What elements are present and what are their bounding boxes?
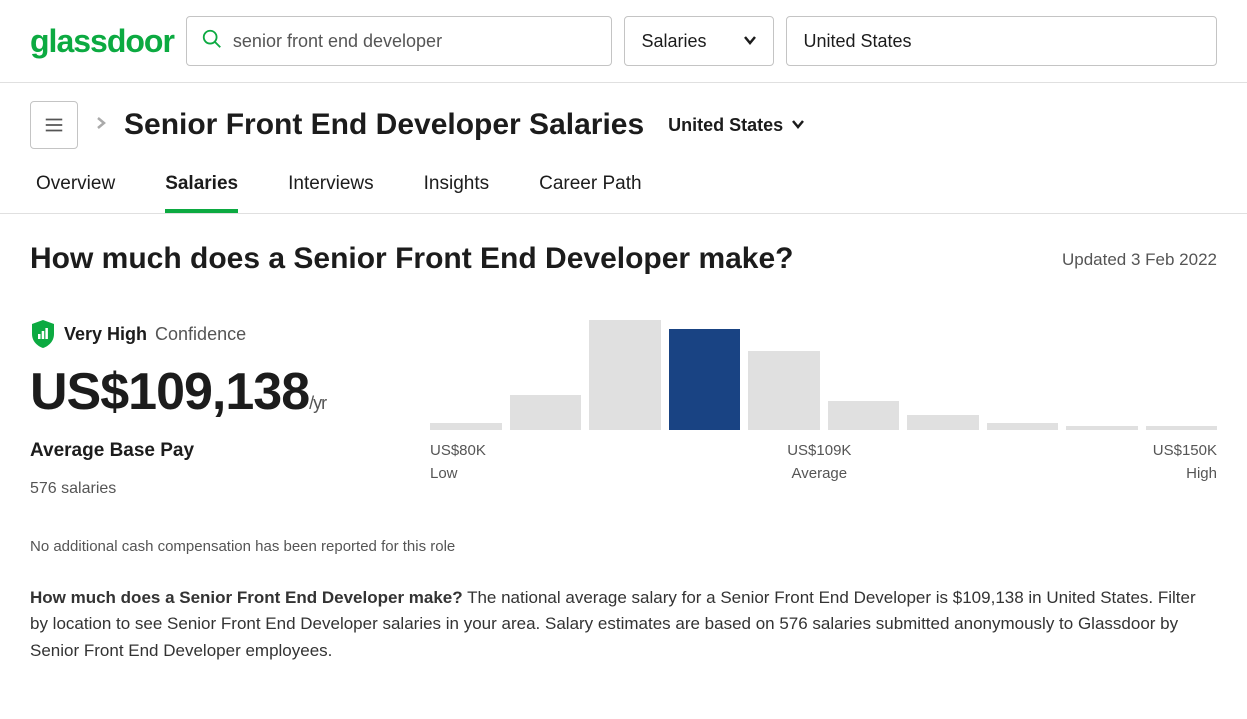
chart-bar xyxy=(1066,426,1138,430)
confidence-word: Confidence xyxy=(155,324,246,345)
description-paragraph: How much does a Senior Front End Develop… xyxy=(30,585,1217,664)
avg-base-label: Average Base Pay xyxy=(30,440,390,462)
page-title: Senior Front End Developer Salaries xyxy=(124,108,644,142)
chart-bar xyxy=(669,329,741,430)
chart-bar xyxy=(828,401,900,430)
chart-bar xyxy=(589,320,661,430)
chart-bar xyxy=(748,351,820,430)
search-icon xyxy=(201,28,223,55)
tab-interviews[interactable]: Interviews xyxy=(288,173,374,213)
tab-salaries[interactable]: Salaries xyxy=(165,173,238,213)
tab-overview[interactable]: Overview xyxy=(36,173,115,213)
tab-bar: Overview Salaries Interviews Insights Career… xyxy=(0,149,1247,214)
location-selector-label: United States xyxy=(668,115,783,136)
search-input[interactable] xyxy=(233,31,598,52)
tab-insights[interactable]: Insights xyxy=(424,173,489,213)
confidence-level: Very High xyxy=(64,324,147,345)
menu-button[interactable] xyxy=(30,101,78,149)
chart-avg-label: US$109KAverage xyxy=(787,442,851,482)
location-dropdown[interactable]: United States xyxy=(786,16,1217,66)
salary-count: 576 salaries xyxy=(30,480,390,498)
category-dropdown[interactable]: Salaries xyxy=(624,16,774,66)
logo[interactable]: glassdoor xyxy=(30,23,174,60)
chevron-right-icon xyxy=(96,116,106,135)
chart-bar xyxy=(907,415,979,430)
section-heading: How much does a Senior Front End Develop… xyxy=(30,242,794,276)
shield-icon xyxy=(30,320,56,348)
chart-high-label: US$150KHigh xyxy=(1153,442,1217,482)
updated-text: Updated 3 Feb 2022 xyxy=(1062,250,1217,270)
location-selector[interactable]: United States xyxy=(668,115,805,136)
chart-bar xyxy=(987,423,1059,430)
salary-distribution-chart: US$80KLow US$109KAverage US$150KHigh xyxy=(430,320,1217,482)
hamburger-icon xyxy=(43,114,65,136)
chart-bar xyxy=(510,395,582,430)
confidence-indicator: Very High Confidence xyxy=(30,320,390,348)
category-label: Salaries xyxy=(641,31,706,52)
chevron-down-icon xyxy=(791,115,805,136)
compensation-note: No additional cash compensation has been… xyxy=(30,538,1217,555)
chart-bar xyxy=(1146,426,1218,430)
search-box[interactable] xyxy=(186,16,613,66)
tab-career-path[interactable]: Career Path xyxy=(539,173,641,213)
salary-amount: US$109,138/yr xyxy=(30,362,390,422)
chart-low-label: US$80KLow xyxy=(430,442,486,482)
chart-bar xyxy=(430,423,502,430)
chevron-down-icon xyxy=(743,31,757,52)
location-label: United States xyxy=(803,31,911,52)
